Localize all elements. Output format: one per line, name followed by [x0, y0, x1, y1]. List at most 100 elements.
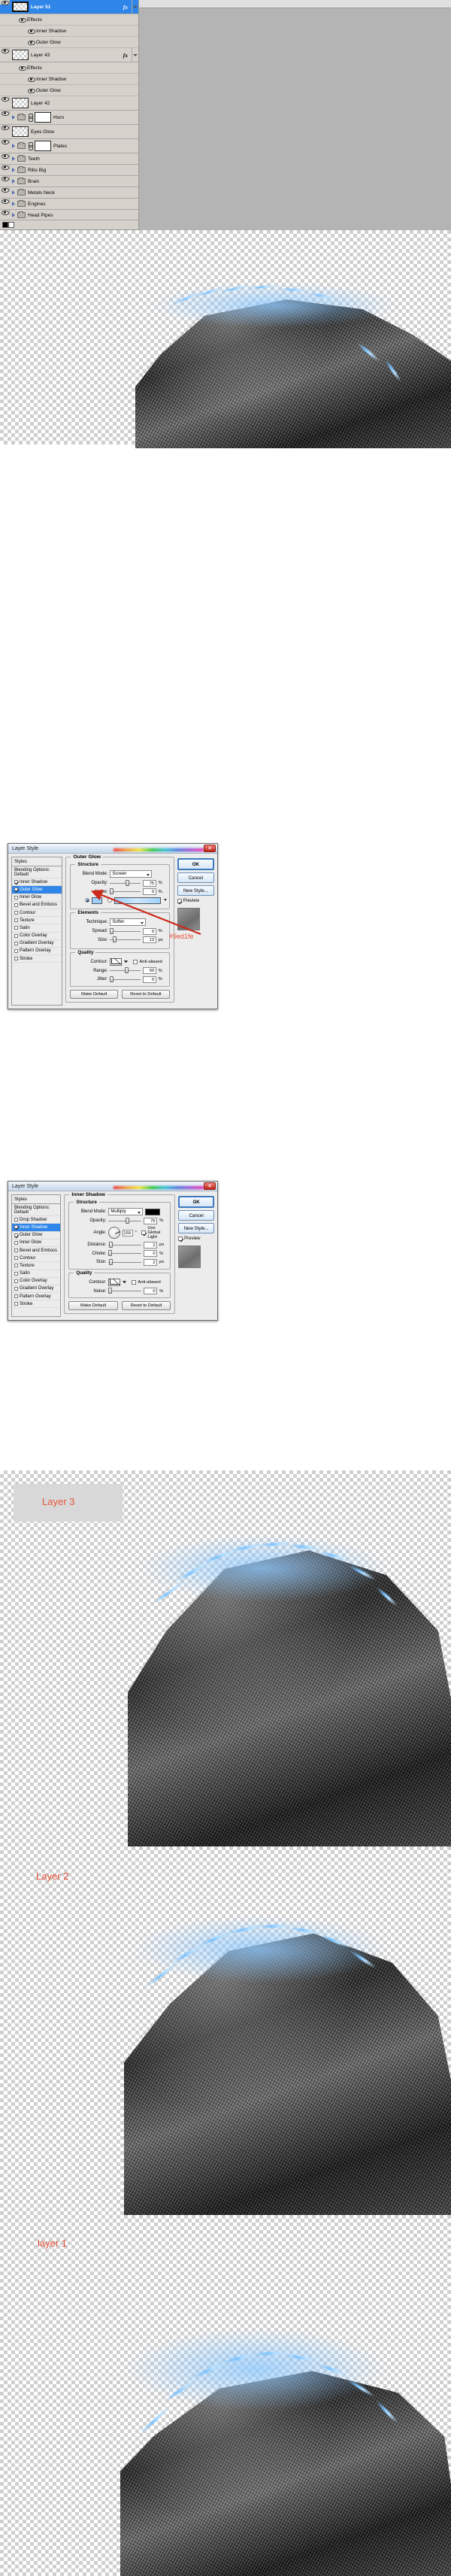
effects-expand-toggle[interactable] — [132, 0, 138, 14]
layers-panel[interactable]: Layer 51 fx Effects Inner Shadow Outer Glow L… — [0, 0, 139, 230]
layer-effect-row[interactable]: Outer Glow — [0, 37, 138, 48]
style-enable-checkbox[interactable] — [14, 895, 18, 900]
layers-panel-footer[interactable] — [0, 220, 138, 229]
visibility-toggle[interactable] — [0, 48, 10, 53]
eye-icon[interactable] — [2, 96, 9, 102]
new-style-button[interactable]: New Style... — [178, 1223, 214, 1233]
ok-button[interactable]: OK — [177, 858, 214, 870]
reset-to-default-button[interactable]: Reset to Default — [121, 1301, 171, 1310]
layer-name[interactable]: Layer 51 — [31, 5, 50, 10]
distance-row[interactable]: Distance: 2 px — [73, 1241, 166, 1249]
visibility-toggle[interactable] — [0, 165, 10, 170]
defaults-button-row[interactable]: Make Default Reset to Default — [70, 989, 170, 999]
style-enable-checkbox[interactable] — [14, 1294, 18, 1299]
layer-mask-thumbnail[interactable] — [35, 112, 51, 123]
layer-row[interactable]: Plates — [0, 139, 138, 153]
use-global-light-row[interactable]: Use Global Light — [141, 1226, 166, 1239]
eye-icon[interactable] — [2, 165, 9, 170]
jitter-value[interactable]: 0 — [142, 975, 156, 983]
style-list-item[interactable]: Outer Glow — [12, 886, 62, 894]
layer-row[interactable]: Layer 51 fx — [0, 0, 138, 14]
layer-effect-row[interactable]: Effects — [0, 62, 138, 74]
style-list-item[interactable]: Blending Options: Default — [12, 866, 62, 879]
styles-list-outer-glow[interactable]: Styles Blending Options: Default Inner Sh… — [11, 857, 63, 1006]
layer-thumbnail[interactable] — [12, 98, 29, 108]
visibility-toggle[interactable] — [0, 199, 10, 204]
opacity-value[interactable]: 75 — [144, 1217, 158, 1224]
style-list-item[interactable]: Bevel and Emboss — [12, 902, 62, 909]
eye-icon[interactable] — [19, 17, 26, 23]
dialog-action-buttons[interactable]: OK Cancel New Style... Preview — [178, 1194, 214, 1317]
layer-name[interactable]: Ribs Big — [28, 168, 46, 173]
style-enable-checkbox[interactable] — [14, 1249, 18, 1253]
style-enable-checkbox[interactable] — [14, 926, 18, 930]
expand-triangle-icon[interactable] — [12, 144, 15, 148]
eye-icon[interactable] — [2, 210, 9, 215]
eye-icon[interactable] — [28, 88, 35, 93]
preview-row[interactable]: Preview — [178, 1236, 214, 1241]
eye-icon[interactable] — [28, 40, 35, 45]
style-list-item[interactable]: Color Overlay — [12, 1278, 61, 1285]
eye-icon[interactable] — [2, 125, 9, 130]
style-enable-checkbox[interactable] — [14, 1264, 18, 1268]
range-row[interactable]: Range: 50 % — [74, 967, 165, 974]
shadow-color-swatch[interactable] — [145, 1208, 161, 1215]
dialog-titlebar[interactable]: Layer Style ✕ — [8, 1182, 217, 1191]
blend-mode-select[interactable]: Screen — [110, 870, 153, 878]
layer-thumbnail[interactable] — [12, 126, 29, 137]
style-list-item[interactable]: Inner Glow — [12, 1239, 61, 1247]
expand-triangle-icon[interactable] — [12, 168, 15, 172]
expand-triangle-icon[interactable] — [12, 213, 15, 217]
style-list-item[interactable]: Inner Shadow — [12, 1224, 61, 1232]
layer-row[interactable]: Metals Neck — [0, 187, 138, 199]
foreground-color-swatch[interactable] — [2, 222, 8, 228]
style-list-item[interactable]: Stroke — [12, 1300, 61, 1309]
style-list-item[interactable]: Texture — [12, 917, 62, 925]
chevron-down-icon[interactable] — [123, 1281, 127, 1283]
style-list-item[interactable]: Drop Shadow — [12, 1216, 61, 1224]
close-icon[interactable]: ✕ — [204, 1182, 216, 1190]
style-list-item[interactable]: Pattern Overlay — [12, 948, 62, 956]
eye-icon[interactable] — [2, 187, 9, 193]
eye-icon[interactable] — [2, 199, 9, 204]
cancel-button[interactable]: Cancel — [177, 872, 214, 883]
style-enable-checkbox[interactable] — [14, 1286, 18, 1291]
link-icon[interactable] — [28, 114, 33, 122]
styles-items[interactable]: Blending Options: Default Inner Shadow Out… — [12, 866, 62, 963]
layer-name[interactable]: Layer 42 — [31, 101, 50, 106]
style-enable-checkbox[interactable] — [14, 948, 18, 953]
style-list-item[interactable]: Contour — [12, 1255, 61, 1263]
dialog-titlebar[interactable]: Layer Style ✕ — [8, 844, 217, 854]
cancel-button[interactable]: Cancel — [178, 1210, 214, 1221]
layer-mask-thumbnail[interactable] — [35, 141, 51, 151]
layer-row[interactable]: Engines — [0, 199, 138, 210]
style-enable-checkbox[interactable] — [14, 1302, 18, 1306]
style-enable-checkbox[interactable] — [14, 1233, 18, 1237]
blend-mode-row[interactable]: Blend Mode: Multiply — [73, 1208, 166, 1215]
preview-checkbox[interactable] — [178, 1236, 183, 1241]
expand-triangle-icon[interactable] — [12, 115, 15, 120]
style-list-item[interactable]: Inner Glow — [12, 894, 62, 902]
eye-icon[interactable] — [2, 176, 9, 181]
chevron-down-icon[interactable] — [133, 5, 138, 8]
blend-mode-select[interactable]: Multiply — [108, 1208, 144, 1215]
layer-row[interactable]: Horn — [0, 111, 138, 125]
contour-preview[interactable] — [108, 1278, 121, 1286]
angle-dial[interactable] — [108, 1227, 121, 1239]
style-enable-checkbox[interactable] — [14, 1225, 18, 1230]
jitter-slider[interactable] — [110, 975, 141, 983]
layer-name[interactable]: Head Pipes — [28, 213, 53, 218]
visibility-toggle[interactable] — [0, 176, 10, 181]
distance-slider[interactable] — [108, 1241, 142, 1249]
opacity-slider[interactable] — [110, 879, 141, 887]
choke-row[interactable]: Choke: 0 % — [73, 1250, 166, 1257]
angle-value[interactable]: 159 — [123, 1229, 133, 1236]
style-list-item[interactable]: Contour — [12, 909, 62, 918]
noise-slider[interactable] — [108, 1288, 142, 1294]
make-default-button[interactable]: Make Default — [68, 1301, 118, 1310]
layer-name[interactable]: Engines — [28, 202, 46, 207]
style-enable-checkbox[interactable] — [14, 941, 18, 945]
style-enable-checkbox[interactable] — [14, 1256, 18, 1261]
link-icon[interactable] — [28, 142, 33, 150]
blend-mode-row[interactable]: Blend Mode: Screen — [74, 870, 165, 878]
